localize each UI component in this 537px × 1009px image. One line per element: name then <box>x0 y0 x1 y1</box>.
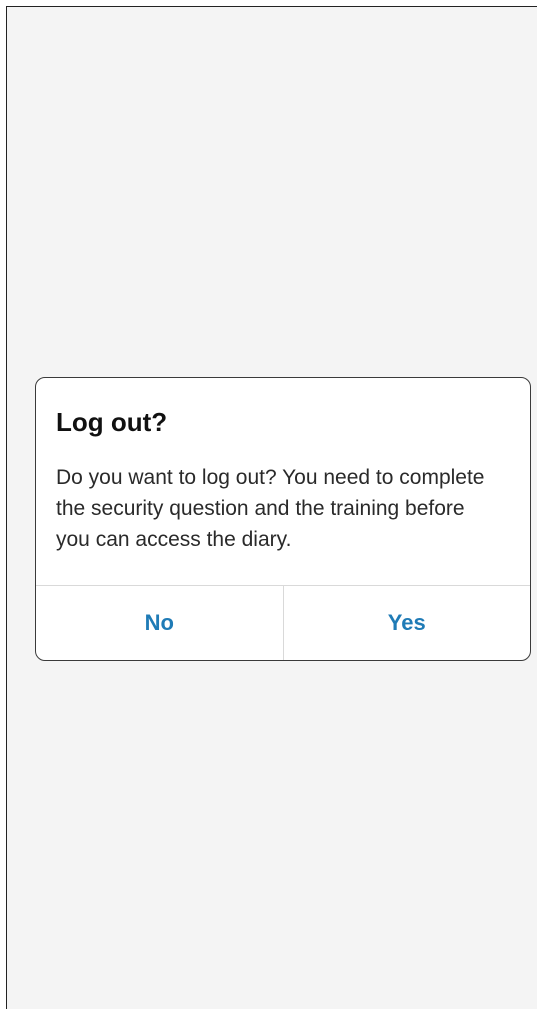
no-button[interactable]: No <box>36 586 283 660</box>
dialog-actions: No Yes <box>36 585 530 660</box>
logout-dialog: Log out? Do you want to log out? You nee… <box>35 377 531 661</box>
yes-button[interactable]: Yes <box>282 586 531 660</box>
dialog-message: Do you want to log out? You need to comp… <box>56 466 485 551</box>
dialog-title: Log out? <box>56 407 168 437</box>
app-screen: Log out? Do you want to log out? You nee… <box>6 6 537 1009</box>
